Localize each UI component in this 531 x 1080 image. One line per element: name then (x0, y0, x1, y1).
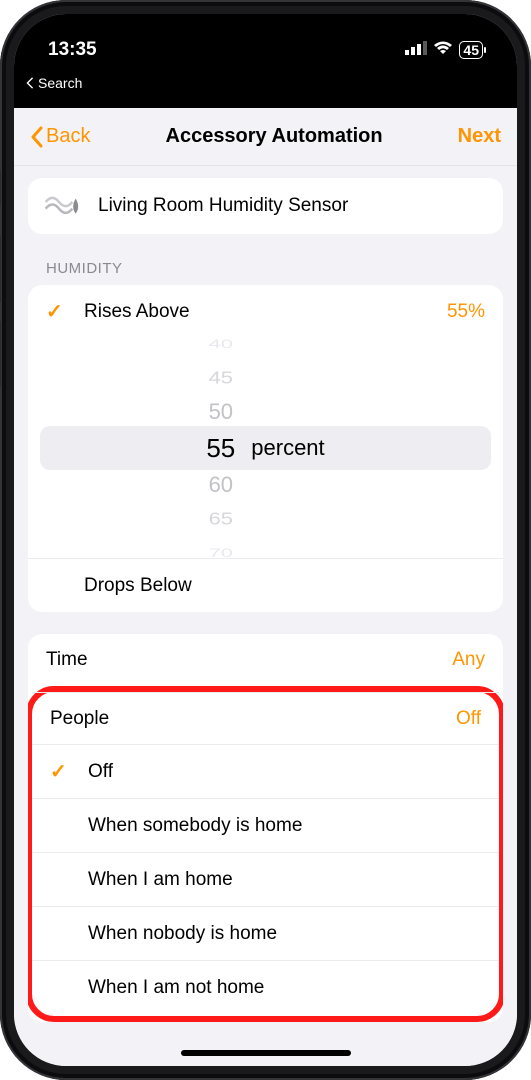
picker-opt: 70 (206, 545, 235, 558)
status-time: 13:35 (48, 39, 97, 61)
check-placeholder: ✓ (46, 573, 72, 598)
people-label: People (50, 708, 456, 730)
rises-value: 55% (447, 301, 485, 323)
humidity-icon (44, 192, 84, 220)
people-row[interactable]: People Off (32, 692, 499, 744)
home-indicator[interactable] (181, 1050, 351, 1056)
rises-above-row[interactable]: ✓ Rises Above 55% (28, 285, 503, 338)
option-label: When I am home (88, 869, 481, 891)
back-label: Back (46, 125, 90, 148)
check-placeholder: ✓ (50, 813, 76, 838)
nav-bar: Back Accessory Automation Next (14, 108, 517, 166)
accessory-card[interactable]: Living Room Humidity Sensor (28, 178, 503, 234)
time-label: Time (46, 649, 452, 671)
option-label: When I am not home (88, 977, 481, 999)
wifi-icon (433, 39, 453, 61)
picker-opt: 40 (206, 338, 235, 351)
picker-opt: 65 (206, 508, 235, 529)
option-label: Off (88, 761, 481, 783)
breadcrumb-label: Search (38, 75, 82, 91)
humidity-section-label: HUMIDITY (28, 260, 503, 285)
people-value: Off (456, 708, 481, 730)
accessory-name: Living Room Humidity Sensor (98, 195, 348, 217)
picker-selected: 55 (206, 433, 235, 464)
option-label: When nobody is home (88, 923, 481, 945)
breadcrumb-back[interactable]: Search (14, 72, 517, 98)
people-option-off[interactable]: ✓ Off (32, 744, 499, 798)
check-placeholder: ✓ (50, 921, 76, 946)
check-icon: ✓ (50, 759, 76, 784)
check-placeholder: ✓ (50, 867, 76, 892)
cellular-icon (405, 39, 427, 61)
dynamic-island (190, 34, 342, 74)
back-button[interactable]: Back (30, 125, 90, 148)
picker-unit: percent (251, 435, 324, 461)
people-option-i-am-home[interactable]: ✓ When I am home (32, 852, 499, 906)
drops-below-row[interactable]: ✓ Drops Below (28, 558, 503, 612)
check-placeholder: ✓ (50, 975, 76, 1000)
humidity-picker[interactable]: 40 45 50 55 60 65 70 percent (28, 338, 503, 558)
time-value: Any (452, 649, 485, 671)
people-highlight: People Off ✓ Off ✓ When somebody is home (28, 686, 503, 1022)
people-option-i-not-home[interactable]: ✓ When I am not home (32, 960, 499, 1014)
time-row[interactable]: Time Any (28, 634, 503, 686)
drops-label: Drops Below (84, 575, 485, 597)
rises-label: Rises Above (84, 301, 447, 323)
picker-opt: 45 (206, 367, 235, 388)
people-option-nobody-home[interactable]: ✓ When nobody is home (32, 906, 499, 960)
check-icon: ✓ (46, 299, 72, 324)
picker-opt: 50 (206, 399, 235, 425)
option-label: When somebody is home (88, 815, 481, 837)
picker-opt: 60 (206, 472, 235, 498)
next-button[interactable]: Next (458, 125, 501, 148)
battery-icon: 45 (459, 41, 483, 59)
conditions-card: Time Any People Off ✓ Off ✓ (28, 634, 503, 1022)
people-option-somebody-home[interactable]: ✓ When somebody is home (32, 798, 499, 852)
humidity-card: ✓ Rises Above 55% 40 45 50 55 60 65 (28, 285, 503, 612)
page-title: Accessory Automation (166, 125, 383, 148)
